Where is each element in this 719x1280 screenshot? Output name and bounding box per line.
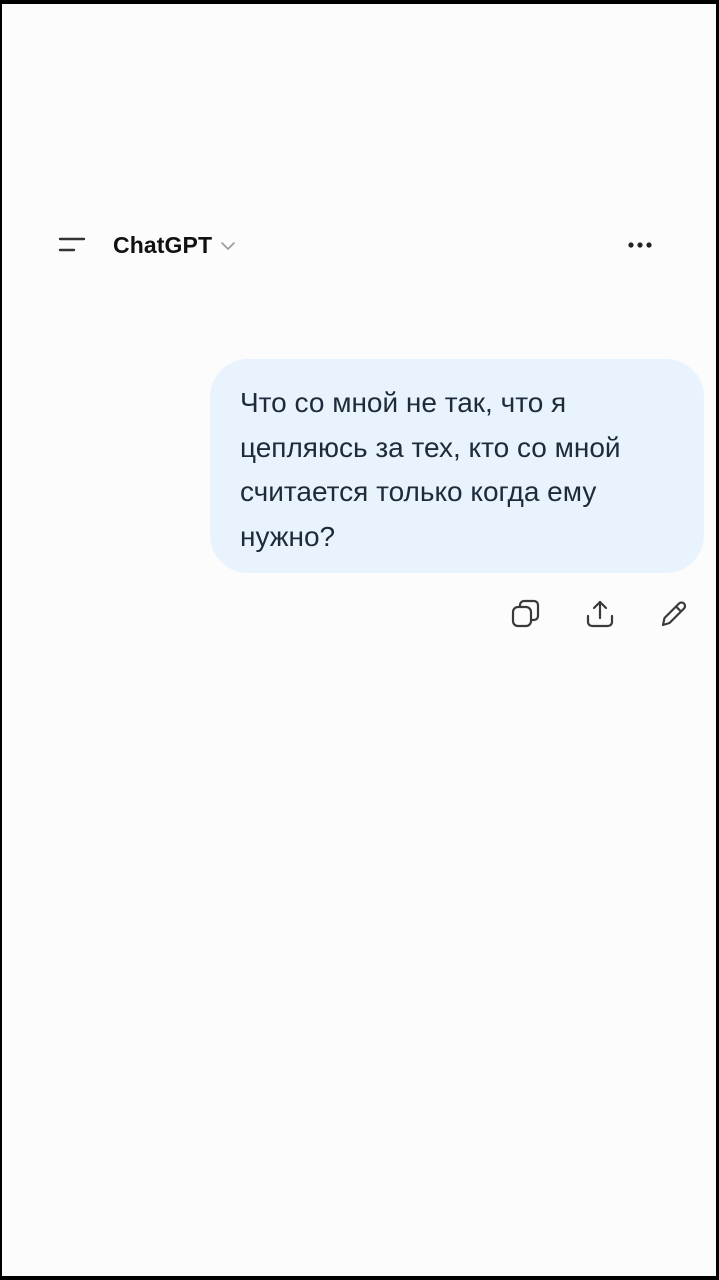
more-horizontal-icon [628, 242, 652, 248]
copy-button[interactable] [504, 592, 548, 636]
user-message-bubble: Что со мной не так, что я цепляюсь за те… [210, 359, 704, 573]
share-icon [586, 600, 614, 628]
chevron-down-icon [221, 242, 235, 250]
share-button[interactable] [578, 592, 622, 636]
device-frame: ChatGPT Что со мной не так, что я цепляю… [0, 0, 719, 1280]
edit-button[interactable] [652, 592, 696, 636]
user-message-text: Что со мной не так, что я цепляюсь за те… [240, 387, 621, 552]
message-actions [500, 592, 700, 636]
chat-screen: ChatGPT Что со мной не так, что я цепляю… [2, 4, 716, 1276]
edit-icon [661, 601, 687, 627]
sidebar-menu-button[interactable] [54, 230, 88, 260]
more-options-button[interactable] [622, 230, 658, 260]
copy-icon [511, 599, 540, 628]
top-bar: ChatGPT [2, 216, 716, 272]
sidebar-menu-icon [58, 237, 86, 252]
model-selector[interactable]: ChatGPT [113, 229, 236, 261]
page-title: ChatGPT [113, 231, 213, 258]
